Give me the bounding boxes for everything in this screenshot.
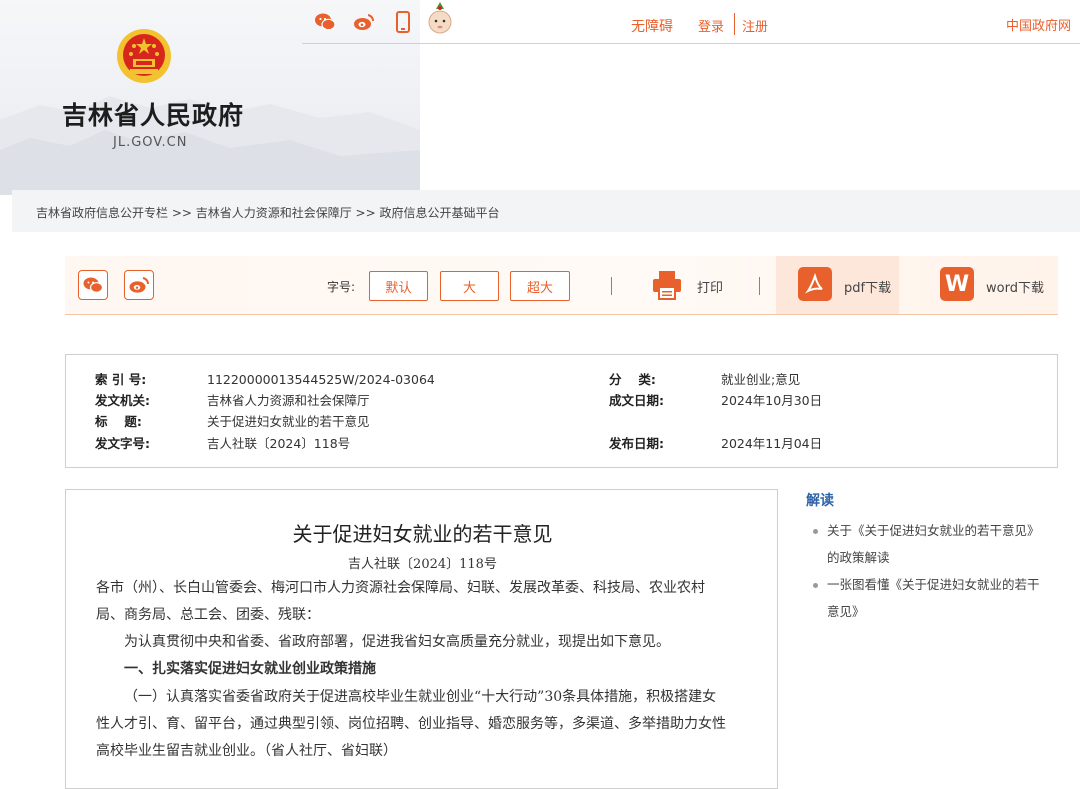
list-bullet [813,529,818,534]
interpretation-link-1-cont[interactable]: 的政策解读 [827,544,1077,571]
font-large-button[interactable]: 大 [440,271,499,301]
published-date-label: 发布日期: [609,436,664,451]
printer-icon[interactable] [652,269,682,301]
login-link[interactable]: 登录 [698,16,724,35]
wechat-icon[interactable] [313,10,337,34]
toolbar-divider [611,277,612,295]
document-title: 关于促进妇女就业的若干意见 [292,522,553,546]
toolbar-divider-2 [759,277,760,295]
document-body: 关于促进妇女就业的若干意见 吉人社联〔2024〕118号 各市（州）、长白山管委… [65,489,778,789]
national-emblem-icon [117,29,171,83]
word-icon[interactable]: W [940,267,974,301]
weibo-icon[interactable] [352,10,376,34]
interpretation-title: 解读 [806,493,834,509]
pdf-icon [798,267,832,301]
category-value: 就业创业;意见 [721,372,801,387]
interpretation-link-2[interactable]: 一张图看懂《关于促进妇女就业的若干 [827,571,1077,598]
weibo-share-icon[interactable] [124,270,154,300]
item-1-line-2: 性人才引、育、留平台，通过典型引领、岗位招聘、创业指导、婚恋服务等，多渠道、多举… [96,716,726,732]
issuer-value: 吉林省人力资源和社会保障厅 [207,393,370,408]
topbar-divider [302,43,1080,44]
intro-paragraph: 为认真贯彻中央和省委、省政府部署，促进我省妇女高质量充分就业，现提出如下意见。 [124,634,670,650]
breadcrumb-bar: 吉林省政府信息公开专栏 >> 吉林省人力资源和社会保障厅 >> 政府信息公开基础… [12,190,1080,232]
pdf-download-label: pdf下载 [844,281,892,296]
breadcrumb[interactable]: 吉林省政府信息公开专栏 >> 吉林省人力资源和社会保障厅 >> 政府信息公开基础… [36,204,499,221]
font-xlarge-button[interactable]: 超大 [510,271,570,301]
font-size-label: 字号: [327,280,356,294]
accessibility-link[interactable]: 无障碍 [631,16,673,36]
doc-number-value: 吉人社联〔2024〕118号 [207,436,351,451]
created-date-label: 成文日期: [609,393,664,408]
index-label: 索 引 号: [95,372,147,387]
item-1-line-3: 高校毕业生留吉就业创业。（省人社厅、省妇联） [96,743,397,759]
list-bullet [813,583,818,588]
mascot-icon[interactable] [427,2,453,36]
created-date-value: 2024年10月30日 [721,393,823,408]
article-toolbar: 字号: 默认 大 超大 打印 pdf下载 W word下载 [65,256,1058,315]
meta-row: 发文机关: 吉林省人力资源和社会保障厅 成文日期: 2024年10月30日 [66,391,1057,411]
addressee-line-1: 各市（州）、长白山管委会、梅河口市人力资源社会保障局、妇联、发展改革委、科技局、… [96,580,705,596]
wechat-share-icon[interactable] [78,270,108,300]
meta-row: 发文字号: 吉人社联〔2024〕118号 发布日期: 2024年11月04日 [66,434,1057,454]
item-1-line-1: （一）认真落实省委省政府关于促进高校毕业生就业创业“十大行动”30条具体措施，积… [124,689,717,705]
site-domain: JL.GOV.CN [113,135,188,150]
login-divider [734,13,735,35]
site-title: 吉林省人民政府 [62,101,245,130]
meta-row: 标 题: 关于促进妇女就业的若干意见 [66,412,1057,432]
category-label: 分 类: [609,372,656,387]
title-label: 标 题: [95,414,142,429]
print-label[interactable]: 打印 [697,277,723,296]
interpretation-link-2-cont[interactable]: 意见》 [827,598,1077,625]
word-download-label[interactable]: word下载 [986,277,1044,296]
addressee-line-2: 局、商务局、总工会、团委、残联： [96,607,320,623]
register-link[interactable]: 注册 [742,16,768,35]
meta-row: 索 引 号: 11220000013544525W/2024-03064 分 类… [66,370,1057,390]
document-number: 吉人社联〔2024〕118号 [348,557,497,572]
interpretation-link-1[interactable]: 关于《关于促进妇女就业的若干意见》 [827,517,1077,544]
mobile-icon[interactable] [391,10,415,34]
font-default-button[interactable]: 默认 [369,271,428,301]
section-heading: 一、扎实落实促进妇女就业创业政策措施 [124,661,376,677]
doc-number-label: 发文字号: [95,436,150,451]
title-value: 关于促进妇女就业的若干意见 [207,414,370,429]
published-date-value: 2024年11月04日 [721,436,823,451]
pdf-download-button[interactable]: pdf下载 [776,256,899,314]
china-gov-link[interactable]: 中国政府网 [1006,15,1071,34]
document-metadata: 索 引 号: 11220000013544525W/2024-03064 分 类… [65,354,1058,468]
issuer-label: 发文机关: [95,393,150,408]
index-value: 11220000013544525W/2024-03064 [207,372,435,387]
